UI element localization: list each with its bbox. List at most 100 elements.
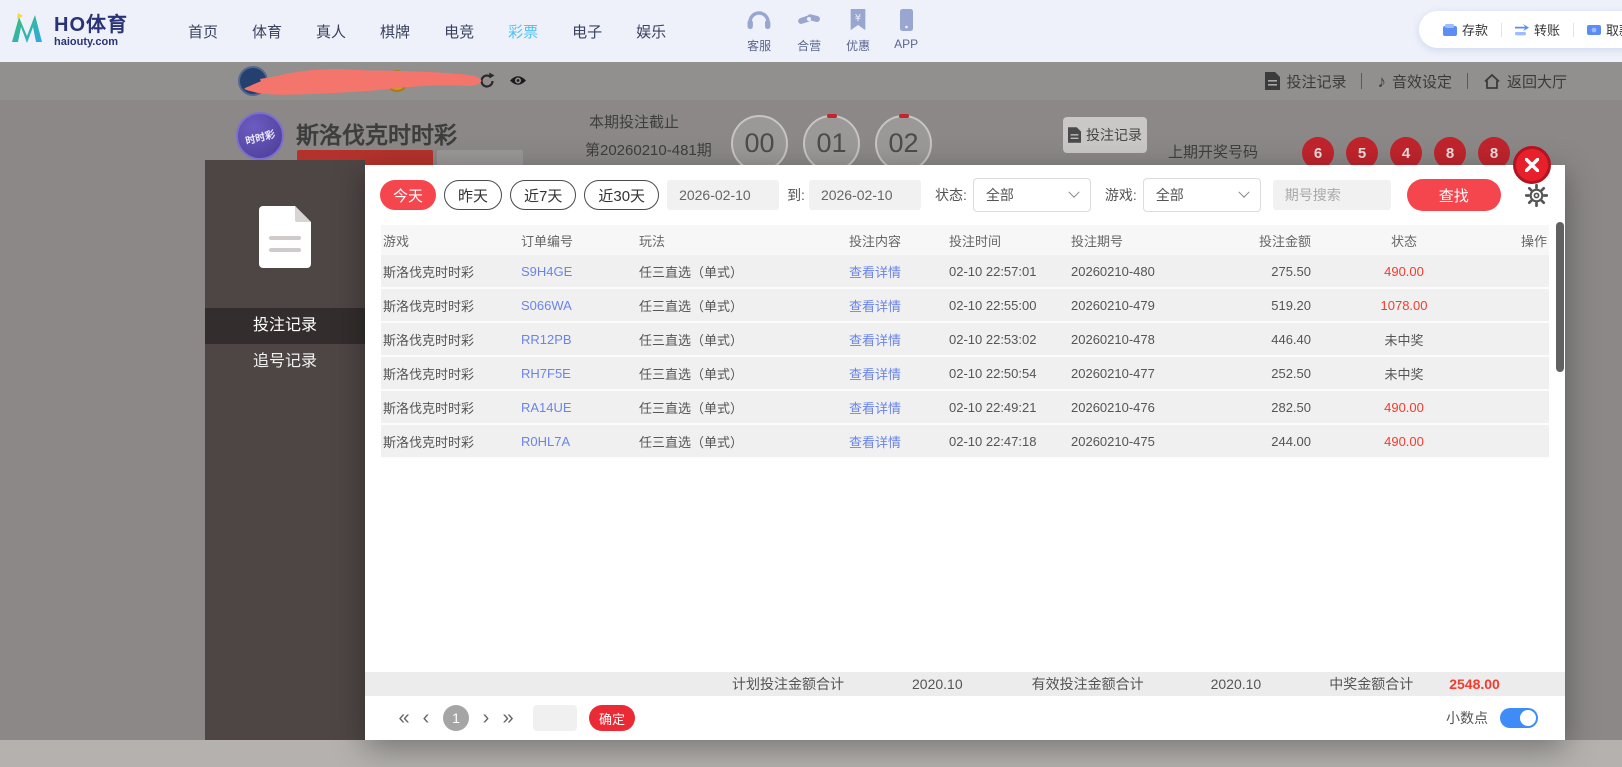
status-select[interactable]: 全部 (972, 178, 1091, 212)
nav-item-board[interactable]: 棋牌 (378, 17, 412, 46)
promo-link[interactable]: ¥ 优惠 (846, 8, 870, 54)
col-amount: 投注金额 (1258, 233, 1311, 249)
search-button[interactable]: 查找 (1406, 179, 1501, 211)
site-logo[interactable]: HO体育 haiouty.com (6, 9, 128, 54)
period-search-input[interactable] (1272, 180, 1391, 210)
deposit-button[interactable]: 存款 (1442, 20, 1488, 39)
page-jump-input[interactable] (533, 705, 577, 731)
countdown-seconds: 02 (875, 114, 932, 172)
order-link[interactable]: RH7F5E (521, 366, 639, 381)
chevron-down-icon (1068, 186, 1080, 198)
table-header-row: 游戏 订单编号 玩法 投注内容 投注时间 投注期号 投注金额 状态 操作 (381, 225, 1549, 255)
status-value: 490.00 (1384, 433, 1424, 449)
promo-bookmark-icon: ¥ (848, 8, 868, 34)
col-content: 投注内容 (849, 233, 902, 249)
decimal-toggle[interactable] (1500, 708, 1538, 728)
document-icon (1068, 127, 1081, 143)
countdown: 00 01 02 (731, 114, 932, 172)
order-link[interactable]: RA14UE (521, 400, 639, 415)
view-detail-link[interactable]: 查看详情 (849, 432, 949, 451)
customer-service-link[interactable]: 客服 (746, 9, 772, 54)
status-select-value: 全部 (985, 187, 1014, 203)
lottery-badge: 时时彩 (236, 112, 284, 160)
page-bottom-strip (0, 740, 1622, 767)
filter-last7-button[interactable]: 近7天 (510, 180, 577, 210)
prev-page-button[interactable]: ‹ (415, 708, 437, 728)
nav-item-lottery[interactable]: 彩票 (506, 17, 540, 46)
app-link[interactable]: APP (894, 8, 918, 54)
valid-total-value: 2020.10 (1210, 676, 1262, 692)
filter-today-button[interactable]: 今天 (380, 180, 437, 210)
gear-icon[interactable] (1524, 183, 1548, 207)
table-row: 斯洛伐克时时彩 S9H4GE 任三直选（单式） 查看详情 02-10 22:57… (381, 255, 1549, 289)
table-row: 斯洛伐克时时彩 RH7F5E 任三直选（单式） 查看详情 02-10 22:50… (381, 357, 1549, 391)
table-row: 斯洛伐克时时彩 RA14UE 任三直选（单式） 查看详情 02-10 22:49… (381, 391, 1549, 425)
music-note-icon: ♪ (1377, 71, 1386, 91)
game-title: 斯洛伐克时时彩 (296, 122, 457, 148)
view-detail-link[interactable]: 查看详情 (849, 398, 949, 417)
order-link[interactable]: S9H4GE (521, 264, 639, 279)
phone-icon (899, 8, 914, 34)
nav-item-sports[interactable]: 体育 (250, 17, 284, 46)
nav-item-esports[interactable]: 电竞 (442, 17, 476, 46)
sidebar-item-chase-record[interactable]: 追号记录 (205, 344, 365, 380)
status-value: 490.00 (1384, 399, 1424, 415)
order-link[interactable]: R0HL7A (521, 434, 639, 449)
filter-last30-button[interactable]: 近30天 (584, 180, 660, 210)
date-from-input[interactable] (667, 180, 780, 210)
deposit-icon (1442, 23, 1457, 36)
withdraw-button[interactable]: 取款 (1586, 20, 1622, 39)
view-detail-link[interactable]: 查看详情 (849, 296, 949, 315)
hide-balance-eye-icon[interactable] (509, 73, 527, 93)
current-page-button[interactable]: 1 (443, 705, 469, 731)
deadline-label: 本期投注截止 (589, 114, 680, 131)
page-confirm-button[interactable]: 确定 (589, 705, 635, 731)
sound-setting-link[interactable]: ♪ 音效设定 (1377, 71, 1452, 92)
order-link[interactable]: RR12PB (521, 332, 639, 347)
first-page-button[interactable]: « (393, 708, 415, 728)
chevron-down-icon (1238, 186, 1250, 198)
col-order: 订单编号 (521, 233, 574, 249)
plan-total-value: 2020.10 (912, 676, 963, 692)
next-page-button[interactable]: › (475, 708, 497, 728)
order-link[interactable]: S066WA (521, 298, 639, 313)
plan-total-label: 计划投注金额合计 (732, 676, 844, 692)
table-row: 斯洛伐克时时彩 RR12PB 任三直选（单式） 查看详情 02-10 22:53… (381, 323, 1549, 357)
date-to-input[interactable] (808, 180, 921, 210)
nav-item-entertainment[interactable]: 娱乐 (634, 17, 668, 46)
view-detail-link[interactable]: 查看详情 (849, 330, 949, 349)
logo-text: HO体育 haiouty.com (54, 14, 128, 48)
quick-label: 合营 (797, 38, 822, 53)
bet-record-table: 游戏 订单编号 玩法 投注内容 投注时间 投注期号 投注金额 状态 操作 斯洛伐… (381, 225, 1549, 459)
bet-record-button[interactable]: 投注记录 (1063, 117, 1147, 153)
sidebar-item-bet-record[interactable]: 投注记录 (205, 308, 365, 344)
win-total-label: 中奖金额合计 (1329, 676, 1414, 692)
status-value: 1078.00 (1380, 297, 1428, 313)
col-play: 玩法 (639, 233, 666, 249)
summary-bar: 计划投注金额合计 2020.10 有效投注金额合计 2020.10 中奖金额合计… (365, 672, 1565, 696)
status-label: 状态: (934, 187, 967, 203)
game-select[interactable]: 全部 (1142, 178, 1261, 212)
transfer-button[interactable]: 转账 (1514, 20, 1560, 39)
game-select-value: 全部 (1155, 187, 1184, 203)
nav-item-live[interactable]: 真人 (314, 17, 348, 46)
document-icon (1265, 72, 1281, 90)
table-scrollbar-thumb[interactable] (1556, 222, 1564, 372)
view-detail-link[interactable]: 查看详情 (849, 364, 949, 383)
bet-record-link[interactable]: 投注记录 (1265, 71, 1346, 92)
status-value: 未中奖 (1384, 366, 1424, 382)
close-button[interactable] (1513, 146, 1551, 184)
back-lobby-link[interactable]: 返回大厅 (1483, 71, 1567, 92)
last-page-button[interactable]: » (497, 708, 519, 728)
main-nav: 首页 体育 真人 棋牌 电竞 彩票 电子 娱乐 (186, 17, 668, 46)
nav-item-slots[interactable]: 电子 (570, 17, 604, 46)
view-detail-link[interactable]: 查看详情 (849, 262, 949, 281)
close-icon (1525, 158, 1539, 172)
divider (1361, 73, 1363, 89)
last-draw-label: 上期开奖号码 (1168, 144, 1259, 161)
filter-yesterday-button[interactable]: 昨天 (444, 180, 503, 210)
nav-item-home[interactable]: 首页 (186, 17, 220, 46)
partner-link[interactable]: 合营 (796, 9, 822, 54)
col-game: 游戏 (383, 233, 410, 249)
user-bar: 2328.25 投注记录 ♪ 音效设定 返回大厅 (0, 62, 1622, 100)
